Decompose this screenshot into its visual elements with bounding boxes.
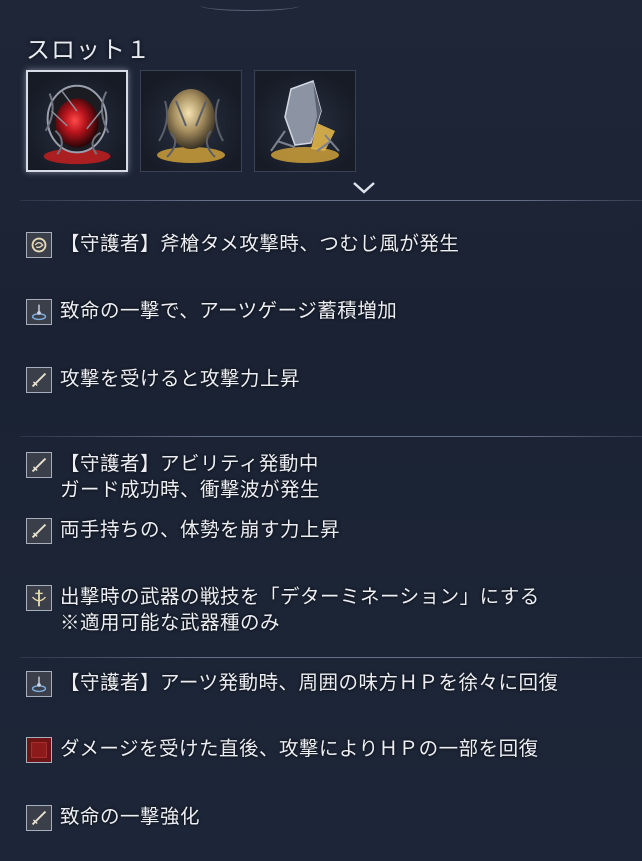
sword-icon [26,805,52,831]
effect-row: 致命の一撃で、アーツゲージ蓄積増加 [26,298,397,325]
effect-text: ダメージを受けた直後、攻撃によりＨＰの一部を回復 [60,737,539,760]
effect-row: ダメージを受けた直後、攻撃によりＨＰの一部を回復 [26,736,539,763]
chevron-down-icon[interactable] [352,181,376,195]
effect-row: 【守護者】アビリティ発動中 ガード成功時、衝撃波が発生 [26,451,320,503]
divider-group-1 [20,436,642,437]
sword-icon [26,367,52,393]
effect-text: 両手持ちの、体勢を崩す力上昇 [60,518,341,541]
yellow-relic-icon [157,89,225,163]
slot-title: スロット１ [26,36,151,64]
top-ornament [200,0,300,11]
art-gauge-icon [26,671,52,697]
red-square-icon [26,737,52,763]
effect-text: 出撃時の武器の戦技を「デターミネーション」にする ※適用可能な武器種のみ [60,585,540,634]
effect-row: 出撃時の武器の戦技を「デターミネーション」にする ※適用可能な武器種のみ [26,584,540,636]
effect-text: 致命の一撃で、アーツゲージ蓄積増加 [60,299,398,322]
divider-top [20,200,642,201]
relic-slot-2[interactable] [140,70,242,172]
divider-group-2 [20,657,642,658]
effect-text: 【守護者】アーツ発動時、周囲の味方ＨＰを徐々に回復 [60,671,559,694]
effect-text: 致命の一撃強化 [60,805,201,828]
weapon-skill-icon [26,585,52,611]
relic-slot-1[interactable] [26,70,128,172]
effect-row: 攻撃を受けると攻撃力上昇 [26,366,300,393]
sword-icon [26,518,52,544]
relic-slot-3[interactable] [254,70,356,172]
effect-row: 【守護者】斧槍タメ攻撃時、つむじ風が発生 [26,231,459,258]
effect-row: 【守護者】アーツ発動時、周囲の味方ＨＰを徐々に回復 [26,670,558,697]
crystal-relic-icon [270,80,340,163]
effect-text: 【守護者】アビリティ発動中 ガード成功時、衝撃波が発生 [60,452,321,501]
tornado-icon [26,232,52,258]
red-relic-icon [43,84,111,165]
relic-list [26,70,356,172]
effect-text: 攻撃を受けると攻撃力上昇 [60,367,301,390]
effect-row: 両手持ちの、体勢を崩す力上昇 [26,517,340,544]
effect-text: 【守護者】斧槍タメ攻撃時、つむじ風が発生 [60,232,460,255]
effect-row: 致命の一撃強化 [26,804,200,831]
art-gauge-icon [26,299,52,325]
sword-icon [26,452,52,478]
